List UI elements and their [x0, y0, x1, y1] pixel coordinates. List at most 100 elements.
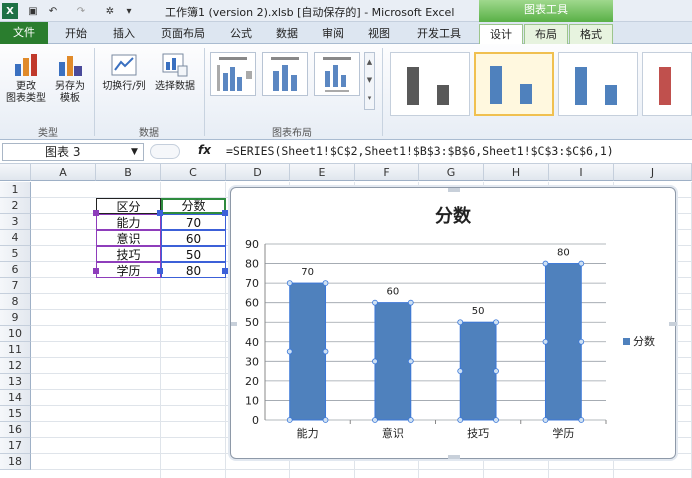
save-icon[interactable]: ▣ — [26, 3, 40, 19]
ribbon-tabs: 文件 开始 插入 页面布局 公式 数据 审阅 视图 开发工具 设计 布局 格式 — [0, 22, 692, 44]
tab-insert[interactable]: 插入 — [104, 24, 144, 44]
bar-selection-handle[interactable] — [457, 417, 464, 423]
table-cell[interactable]: 学历 — [96, 262, 161, 278]
bar-selection-handle[interactable] — [372, 358, 378, 365]
tab-page-layout[interactable]: 页面布局 — [152, 24, 214, 44]
data-label[interactable]: 60 — [387, 287, 400, 298]
bar-selection-handle[interactable] — [372, 417, 378, 423]
chevron-up-icon[interactable]: ▲ — [365, 53, 374, 71]
select-data-button[interactable]: 选择数据 — [150, 52, 200, 93]
range-handle[interactable] — [93, 210, 99, 216]
bar-selection-handle[interactable] — [322, 348, 329, 355]
chart-style-4[interactable] — [642, 52, 692, 116]
range-handle[interactable] — [222, 268, 228, 274]
table-cell[interactable]: 意识 — [96, 230, 161, 246]
bar-selection-handle[interactable] — [542, 417, 549, 423]
bar-selection-handle[interactable] — [407, 299, 414, 306]
chart-layout-1[interactable] — [210, 52, 256, 96]
gallery-more-icon[interactable]: ▾ — [365, 89, 374, 107]
bar-selection-handle[interactable] — [457, 319, 464, 326]
change-chart-type-button[interactable]: 更改 图表类型 — [4, 52, 48, 105]
chart-resize-handle[interactable] — [231, 322, 237, 326]
bar-selection-handle[interactable] — [457, 368, 464, 375]
bar-selection-handle[interactable] — [372, 299, 378, 306]
bar-selection-handle[interactable] — [578, 338, 585, 345]
chart-object[interactable]: 分数 0 10 20 30 40 50 60 70 80 90 70 能力 60 意识 50 技巧 80 学历 分… — [230, 187, 677, 460]
x-tick-label: 技巧 — [467, 427, 489, 440]
range-handle[interactable] — [157, 210, 163, 216]
group-type-label: 类型 — [38, 128, 58, 139]
tab-formulas[interactable]: 公式 — [222, 24, 260, 44]
bar-selection-handle[interactable] — [322, 417, 329, 423]
bar-selection-handle[interactable] — [322, 280, 329, 287]
table-cell[interactable]: 50 — [161, 246, 226, 262]
undo-icon[interactable]: ↶ — [46, 3, 60, 19]
tab-home[interactable]: 开始 — [56, 24, 96, 44]
redo-icon[interactable]: ↷ — [74, 3, 88, 19]
range-handle[interactable] — [157, 268, 163, 274]
chart-plot-area[interactable]: 0 10 20 30 40 50 60 70 80 90 70 能力 60 意识 50 技巧 80 学历 — [231, 188, 677, 460]
bar-selection-handle[interactable] — [407, 417, 414, 423]
bar-技巧[interactable] — [459, 321, 497, 421]
bar-selection-handle[interactable] — [407, 358, 414, 365]
ribbon: 更改 图表类型 另存为 模板 类型 切换行/列 选择数据 数据 ▲ ▼ ▾ 图表… — [0, 44, 692, 140]
table-cell[interactable]: 60 — [161, 230, 226, 246]
chart-style-2[interactable] — [474, 52, 554, 116]
tab-design[interactable]: 设计 — [479, 24, 523, 44]
data-label[interactable]: 70 — [301, 267, 314, 278]
function-icon[interactable]: fx — [198, 143, 211, 157]
chart-resize-handle[interactable] — [448, 455, 460, 459]
data-label[interactable]: 80 — [557, 248, 570, 259]
formula-bar-resize-handle[interactable] — [150, 144, 180, 159]
formula-input[interactable]: =SERIES(Sheet1!$C$2,Sheet1!$B$3:$B$6,She… — [226, 144, 614, 158]
chart-style-3[interactable] — [558, 52, 638, 116]
chart-style-1[interactable] — [390, 52, 470, 116]
switch-row-column-button[interactable]: 切换行/列 — [98, 52, 150, 93]
chevron-down-icon[interactable]: ▼ — [365, 71, 374, 89]
switch-row-column-label: 切换行/列 — [102, 81, 146, 92]
chart-layout-2[interactable] — [262, 52, 308, 96]
data-label[interactable]: 50 — [472, 306, 485, 317]
bar-selection-handle[interactable] — [493, 319, 499, 326]
bar-能力[interactable] — [289, 282, 327, 421]
ribbon-separator — [94, 48, 95, 136]
range-handle[interactable] — [93, 268, 99, 274]
bar-学历[interactable] — [544, 263, 582, 421]
table-cell[interactable]: 技巧 — [96, 246, 161, 262]
table-cell[interactable]: 80 — [161, 262, 226, 278]
chart-legend[interactable]: 分数 — [623, 333, 655, 349]
save-as-template-button[interactable]: 另存为 模板 — [50, 52, 90, 105]
table-header-cell[interactable]: 区分 — [96, 198, 161, 214]
customize-icon[interactable]: ✲ — [102, 3, 118, 19]
tab-file[interactable]: 文件 — [0, 22, 48, 44]
bar-selection-handle[interactable] — [542, 338, 549, 345]
chart-resize-handle[interactable] — [669, 322, 677, 326]
bar-selection-handle[interactable] — [542, 260, 549, 267]
tab-data[interactable]: 数据 — [268, 24, 306, 44]
name-box[interactable]: 图表 3 ▼ — [2, 143, 144, 161]
bar-selection-handle[interactable] — [578, 417, 585, 423]
table-cell[interactable]: 70 — [161, 214, 226, 230]
table-header-cell[interactable]: 分数 — [161, 198, 226, 214]
bar-selection-handle[interactable] — [286, 417, 293, 423]
tab-review[interactable]: 审阅 — [314, 24, 352, 44]
tab-view[interactable]: 视图 — [360, 24, 398, 44]
chart-layout-3[interactable] — [314, 52, 360, 96]
quick-access-dropdown-icon[interactable]: ▾ — [124, 3, 134, 19]
tab-layout[interactable]: 布局 — [524, 24, 568, 44]
tab-format[interactable]: 格式 — [569, 24, 613, 44]
y-tick-label: 50 — [245, 316, 259, 329]
bar-selection-handle[interactable] — [493, 417, 499, 423]
bar-selection-handle[interactable] — [493, 368, 499, 375]
bar-selection-handle[interactable] — [578, 260, 585, 267]
tab-developer[interactable]: 开发工具 — [406, 24, 472, 44]
bar-selection-handle[interactable] — [286, 280, 293, 287]
chevron-down-icon[interactable]: ▼ — [131, 144, 138, 160]
chart-resize-handle[interactable] — [448, 188, 460, 192]
table-cell[interactable]: 能力 — [96, 214, 161, 230]
layout-gallery-scroll[interactable]: ▲ ▼ ▾ — [364, 52, 375, 110]
range-handle[interactable] — [222, 210, 228, 216]
bar-意识[interactable] — [374, 302, 412, 421]
x-tick-label: 能力 — [297, 426, 319, 440]
bar-selection-handle[interactable] — [286, 348, 293, 355]
